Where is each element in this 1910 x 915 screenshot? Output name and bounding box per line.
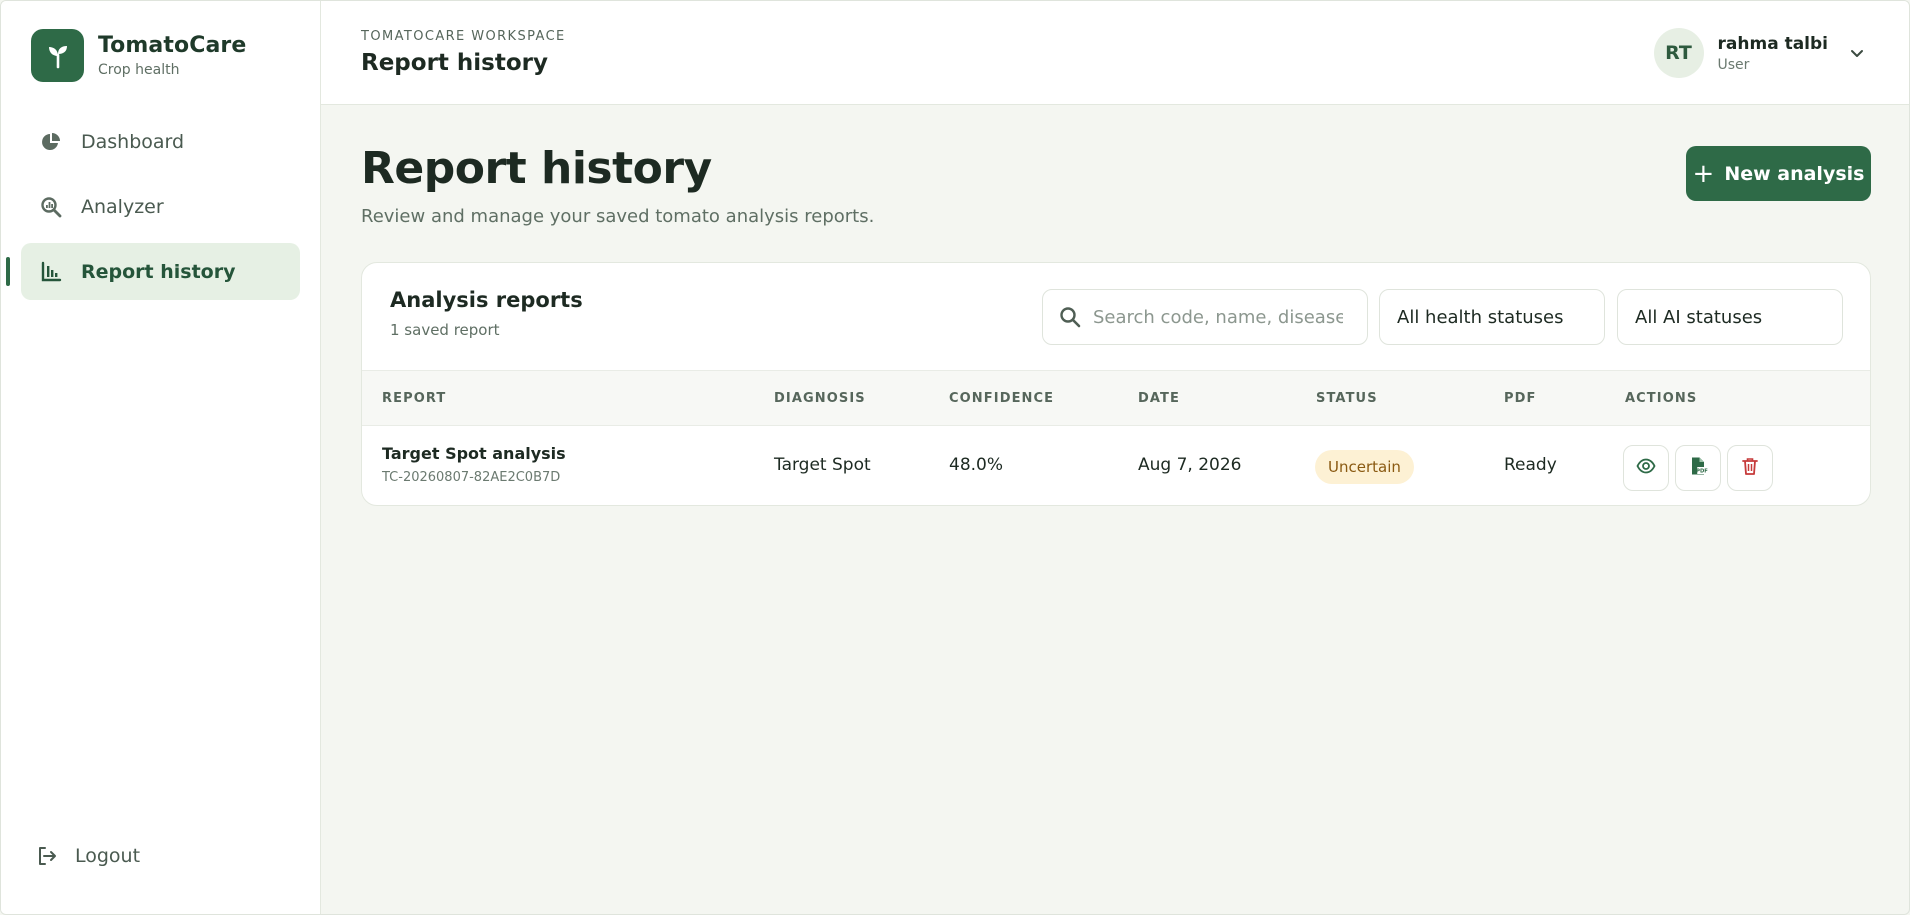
column-header-pdf: PDF (1504, 391, 1537, 406)
active-nav-marker (6, 257, 10, 286)
svg-text:PDF: PDF (1696, 469, 1708, 475)
health-status-filter[interactable]: All health statuses (1379, 289, 1605, 345)
logout-icon (35, 844, 59, 868)
sidebar-item-label: Analyzer (81, 195, 164, 218)
column-header-status: STATUS (1316, 391, 1378, 406)
page-title: Report history (361, 143, 712, 194)
status-badge: Uncertain (1315, 450, 1414, 484)
sprout-logo-icon (31, 29, 84, 82)
eye-icon (1636, 456, 1656, 480)
delete-report-button[interactable] (1727, 445, 1773, 491)
diagnosis-cell: Target Spot (774, 455, 871, 475)
column-header-diagnosis: DIAGNOSIS (774, 391, 866, 406)
breadcrumb-title: Report history (361, 50, 548, 76)
table-row[interactable]: Target Spot analysis TC-20260807-82AE2C0… (362, 426, 1870, 505)
sidebar-nav: Dashboard Analyzer Report history (21, 113, 300, 308)
sidebar: TomatoCare Crop health Dashboard Analyze… (1, 1, 321, 914)
app-window: TomatoCare Crop health Dashboard Analyze… (0, 0, 1910, 915)
table-header: REPORT DIAGNOSIS CONFIDENCE DATE STATUS … (362, 370, 1870, 426)
column-header-report: REPORT (382, 391, 447, 406)
search-input[interactable] (1093, 306, 1343, 328)
new-analysis-button[interactable]: + New analysis (1686, 146, 1871, 201)
brand[interactable]: TomatoCare Crop health (31, 29, 246, 82)
download-pdf-button[interactable]: PDF (1675, 445, 1721, 491)
user-role: User (1717, 56, 1750, 73)
report-code: TC-20260807-82AE2C0B7D (382, 470, 561, 485)
date-cell: Aug 7, 2026 (1138, 455, 1242, 475)
user-menu[interactable]: RT rahma talbi User (1653, 28, 1866, 78)
column-header-date: DATE (1138, 391, 1180, 406)
search-analytics-icon (39, 195, 63, 219)
pdf-status-cell: Ready (1504, 455, 1557, 475)
bar-chart-icon (39, 260, 63, 284)
brand-name: TomatoCare (98, 33, 247, 58)
sidebar-item-report-history[interactable]: Report history (21, 243, 300, 300)
column-header-confidence: CONFIDENCE (949, 391, 1055, 406)
column-header-actions: ACTIONS (1625, 391, 1698, 406)
chevron-down-icon (1848, 44, 1866, 62)
avatar: RT (1653, 28, 1704, 78)
search-box[interactable] (1042, 289, 1368, 345)
reports-card: Analysis reports 1 saved report All heal… (361, 262, 1871, 506)
sidebar-item-label: Dashboard (81, 130, 185, 153)
logout-label: Logout (75, 845, 141, 867)
sidebar-item-analyzer[interactable]: Analyzer (21, 178, 300, 235)
view-report-button[interactable] (1623, 445, 1669, 491)
new-analysis-label: New analysis (1724, 162, 1865, 185)
search-icon (1057, 304, 1083, 330)
card-title: Analysis reports (390, 288, 583, 312)
topbar: TOMATOCARE WORKSPACE Report history RT r… (321, 1, 1909, 105)
pie-chart-icon (39, 130, 63, 154)
page-subtitle: Review and manage your saved tomato anal… (361, 206, 875, 227)
sidebar-item-dashboard[interactable]: Dashboard (21, 113, 300, 170)
pdf-file-icon: PDF (1688, 456, 1708, 480)
logout-button[interactable]: Logout (35, 844, 140, 868)
report-count: 1 saved report (390, 321, 500, 339)
ai-status-filter[interactable]: All AI statuses (1617, 289, 1843, 345)
workspace-label: TOMATOCARE WORKSPACE (361, 29, 566, 44)
confidence-cell: 48.0% (949, 455, 1004, 475)
trash-icon (1740, 456, 1760, 480)
report-name: Target Spot analysis (382, 444, 566, 463)
user-name: rahma talbi (1717, 33, 1828, 54)
brand-subtitle: Crop health (98, 62, 180, 78)
sidebar-item-label: Report history (81, 260, 236, 283)
plus-icon: + (1692, 158, 1715, 189)
